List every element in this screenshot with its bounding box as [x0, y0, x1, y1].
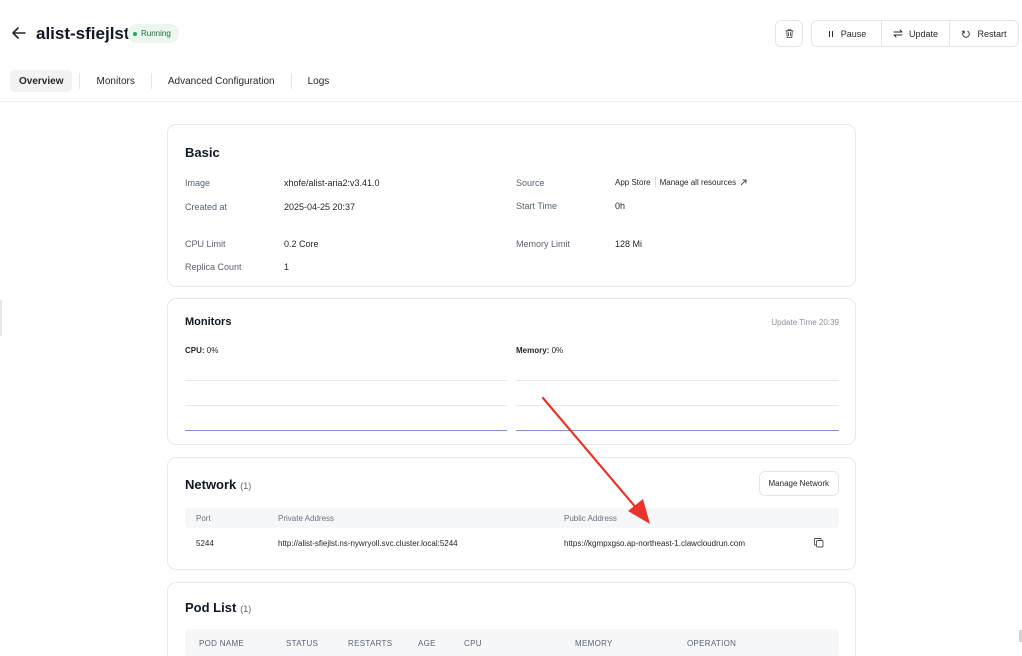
tab-divider	[79, 73, 81, 89]
status-dot-icon	[133, 31, 137, 36]
column-memory: MEMORY	[575, 639, 613, 648]
copy-icon[interactable]	[813, 537, 825, 549]
source-group: App Store Manage all resources	[615, 177, 747, 187]
column-private-address: Private Address	[278, 514, 335, 523]
action-button-group: Pause Update Restart	[811, 20, 1019, 47]
network-card: Network (1) Manage Network Port Private A…	[167, 457, 856, 570]
replica-label: Replica Count	[185, 262, 242, 272]
column-status: STATUS	[286, 639, 319, 648]
manage-all-resources-link[interactable]: Manage all resources	[660, 178, 736, 187]
pod-table-header: POD NAME STATUS RESTARTS AGE CPU MEMORY …	[185, 629, 839, 656]
tab-divider	[150, 73, 152, 89]
pod-list-title: Pod List (1)	[185, 600, 251, 615]
trash-icon	[784, 29, 794, 39]
header-divider	[0, 101, 1022, 102]
network-count: (1)	[240, 481, 252, 491]
start-time-value: 0h	[615, 201, 626, 211]
memory-metric: Memory: 0%	[516, 346, 563, 355]
tab-divider	[290, 73, 292, 89]
cpu-chart-line	[185, 430, 507, 431]
memory-chart-line	[516, 430, 839, 431]
table-row: 5244 http://alist-sfiejlst.ns-nywryoll.s…	[185, 533, 839, 553]
restart-icon	[962, 30, 971, 38]
pause-button[interactable]: Pause	[812, 21, 881, 46]
column-cpu: CPU	[464, 639, 482, 648]
memory-limit-label: Memory Limit	[516, 239, 571, 249]
tab-overview[interactable]: Overview	[10, 70, 73, 92]
memory-limit-value: 128 Mi	[615, 239, 643, 249]
basic-title: Basic	[185, 145, 220, 160]
back-arrow-icon[interactable]	[9, 23, 29, 43]
basic-card: Basic Image xhofe/alist-aria2:v3.41.0 Cr…	[167, 124, 856, 287]
source-label: Source	[516, 178, 545, 188]
source-value: App Store	[615, 177, 651, 187]
status-badge: Running	[127, 24, 179, 43]
external-link-icon[interactable]	[740, 179, 747, 186]
tab-advanced-configuration[interactable]: Advanced Configuration	[159, 70, 284, 92]
cpu-metric-value: 0%	[206, 346, 219, 355]
column-port: Port	[196, 514, 211, 523]
tab-logs[interactable]: Logs	[299, 70, 339, 92]
network-title: Network (1)	[185, 477, 251, 492]
pod-list-title-text: Pod List	[185, 600, 237, 615]
network-table-header: Port Private Address Public Address	[185, 508, 839, 528]
network-title-text: Network	[185, 477, 237, 492]
image-value: xhofe/alist-aria2:v3.41.0	[284, 178, 380, 188]
memory-metric-value: 0%	[551, 346, 564, 355]
left-edge-handle	[0, 300, 2, 336]
image-label: Image	[185, 178, 211, 188]
pause-icon	[828, 30, 833, 37]
cpu-limit-label: CPU Limit	[185, 239, 226, 249]
port-cell: 5244	[196, 539, 214, 548]
created-value: 2025-04-25 20:37	[284, 202, 356, 212]
restart-button[interactable]: Restart	[949, 21, 1018, 46]
monitors-title: Monitors	[185, 316, 232, 328]
status-label: Running	[141, 29, 171, 38]
pause-label: Pause	[840, 28, 867, 39]
app-header: alist-sfiejlst Running Pause Update Rest…	[0, 0, 1022, 68]
column-pod-name: POD NAME	[199, 639, 245, 648]
replica-value: 1	[284, 262, 290, 272]
tab-monitors[interactable]: Monitors	[87, 70, 143, 92]
pod-list-card: Pod List (1) POD NAME STATUS RESTARTS AGE…	[167, 582, 856, 656]
update-time: Update Time 20:39	[771, 318, 839, 327]
source-separator	[654, 177, 656, 187]
cpu-limit-value: 0.2 Core	[284, 239, 319, 249]
column-public-address: Public Address	[564, 514, 617, 523]
manage-network-button[interactable]: Manage Network	[758, 471, 839, 496]
monitors-card: Monitors Update Time 20:39 CPU: 0% Memor…	[167, 298, 856, 445]
public-address-cell[interactable]: https://kgmpxgso.ap-northeast-1.clawclou…	[564, 539, 745, 548]
restart-label: Restart	[977, 28, 1007, 39]
memory-metric-label: Memory:	[516, 346, 550, 355]
cpu-chart-gridline	[185, 405, 507, 406]
memory-chart-gridline	[516, 405, 839, 406]
pod-count: (1)	[240, 604, 252, 614]
tab-bar: Overview Monitors Advanced Configuration…	[10, 70, 338, 92]
column-age: AGE	[418, 639, 436, 648]
cpu-metric-label: CPU:	[185, 346, 205, 355]
delete-button[interactable]	[775, 20, 803, 47]
created-label: Created at	[185, 202, 228, 212]
cpu-chart-gridline	[185, 380, 507, 381]
column-restarts: RESTARTS	[348, 639, 393, 648]
update-time-value: 20:39	[818, 318, 839, 327]
update-label: Update	[908, 28, 939, 39]
column-operation: OPERATION	[687, 639, 737, 648]
memory-chart-gridline	[516, 380, 839, 381]
swap-icon	[893, 29, 903, 38]
start-time-label: Start Time	[516, 201, 558, 211]
update-time-label: Update Time	[771, 318, 817, 327]
private-address-cell[interactable]: http://alist-sfiejlst.ns-nywryoll.svc.cl…	[278, 539, 458, 548]
update-button[interactable]: Update	[881, 21, 949, 46]
app-name: alist-sfiejlst	[36, 24, 130, 43]
cpu-metric: CPU: 0%	[185, 346, 218, 355]
